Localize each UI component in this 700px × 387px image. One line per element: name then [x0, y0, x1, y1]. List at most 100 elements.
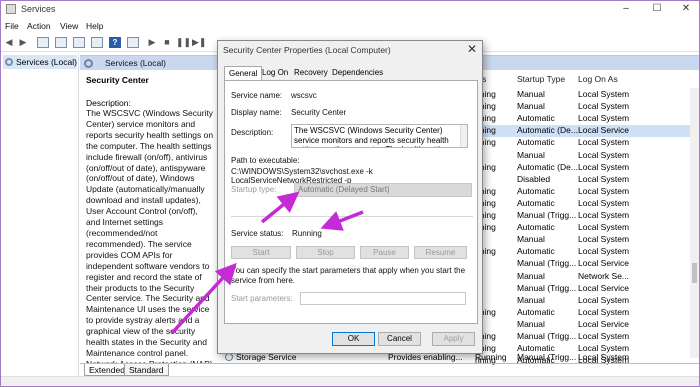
startup-type-select[interactable]: Automatic (Delayed Start)	[294, 183, 472, 197]
service-log-on-as: Local Service	[578, 125, 630, 136]
maximize-button[interactable]: ☐	[642, 1, 672, 17]
table-row[interactable]: nning Automatic (De... Local System	[470, 162, 692, 174]
tab-recovery[interactable]: Recovery	[290, 66, 332, 80]
service-log-on-as: Local System	[578, 113, 630, 124]
minimize-button[interactable]: –	[611, 1, 641, 17]
service-log-on-as: Local System	[578, 294, 630, 305]
dialog-close-button[interactable]: ✕	[467, 42, 477, 56]
service-status-label: Service status:	[231, 229, 284, 238]
table-row[interactable]: Manual Local System	[470, 295, 692, 307]
service-name-value: wscsvc	[291, 91, 317, 100]
service-startup-type: Manual (Trigg...	[517, 210, 577, 220]
column-header-startup-type[interactable]: Startup Type	[517, 74, 565, 84]
service-startup-type: Automatic	[517, 137, 555, 148]
help-icon[interactable]: ?	[109, 37, 121, 48]
stop-service-icon[interactable]: ■	[161, 37, 173, 48]
close-button[interactable]: ✕	[671, 1, 700, 17]
cancel-button[interactable]: Cancel	[378, 332, 421, 346]
table-row[interactable]: nning Automatic Local System	[470, 186, 692, 198]
dialog-tabs: General Log On Recovery Dependencies	[224, 66, 478, 81]
scrollbar-thumb[interactable]	[692, 263, 697, 283]
description-label: Description:	[231, 128, 274, 137]
forward-arrow-icon[interactable]: ▶	[17, 37, 29, 48]
column-header-log-on-as[interactable]: Log On As	[578, 74, 618, 84]
restart-service-icon[interactable]: ▶❚	[192, 37, 206, 48]
service-startup-type: Manual (Trigg...	[517, 352, 577, 362]
gear-icon	[84, 59, 93, 68]
table-row[interactable]: nning Manual Local System	[470, 101, 692, 113]
resume-button[interactable]: Resume	[414, 246, 467, 259]
description-textbox[interactable]: The WSCSVC (Windows Security Center) ser…	[291, 124, 468, 148]
description-text: The WSCSVC (Windows Security Center) ser…	[86, 108, 214, 363]
service-startup-type: Manual (Trigg...	[517, 331, 577, 341]
start-button[interactable]: Start	[231, 246, 291, 259]
table-row[interactable]: Manual Local System	[470, 234, 692, 246]
service-name-label: Service name:	[231, 91, 283, 100]
service-startup-type: Manual (Trigg...	[517, 258, 577, 269]
table-row[interactable]: nning Manual (Trigg... Local System	[470, 331, 692, 343]
table-row[interactable]: Manual (Trigg... Local Service	[470, 258, 692, 270]
stop-button[interactable]: Stop	[296, 246, 355, 259]
show-action-pane-icon[interactable]	[127, 37, 139, 48]
service-startup-type: Manual (Trigg...	[517, 282, 577, 293]
service-startup-type: Automatic	[517, 113, 555, 124]
pause-button[interactable]: Pause	[360, 246, 409, 259]
tab-dependencies[interactable]: Dependencies	[328, 66, 387, 80]
path-label: Path to executable:	[231, 156, 300, 165]
service-log-on-as: Local Service	[578, 282, 630, 293]
startup-type-label: Startup type:	[231, 185, 277, 194]
description-panel: Security Center Description: The WSCSVC …	[80, 71, 215, 363]
menu-help[interactable]: Help	[86, 21, 103, 31]
apply-button[interactable]: Apply	[432, 332, 475, 346]
service-log-on-as: Local System	[578, 234, 630, 245]
service-log-on-as: Local System	[578, 352, 630, 362]
table-row[interactable]: nning Automatic Local System	[470, 198, 692, 210]
pause-service-icon[interactable]: ❚❚	[176, 37, 191, 48]
gear-icon	[5, 58, 13, 66]
service-startup-type: Manual	[517, 318, 545, 329]
services-app-icon	[6, 4, 16, 14]
table-row[interactable]: nning Automatic (De... Local Service	[470, 125, 692, 138]
service-log-on-as: Local System	[578, 246, 630, 257]
service-startup-type: Automatic	[517, 306, 555, 317]
table-row[interactable]: nning Manual (Trigg... Local System	[470, 210, 692, 222]
ok-button[interactable]: OK	[332, 332, 375, 346]
description-label: Description:	[86, 98, 131, 108]
table-row[interactable]: nning Automatic Local System	[470, 246, 692, 258]
service-startup-type: Automatic (De...	[517, 125, 578, 136]
table-row[interactable]: nning Automatic Local System	[470, 222, 692, 234]
refresh-icon[interactable]	[73, 37, 85, 48]
divider	[231, 216, 473, 217]
menu-file[interactable]: File	[5, 21, 19, 31]
table-row[interactable]: nning Manual Local System	[470, 89, 692, 101]
properties-icon[interactable]	[55, 37, 67, 48]
tab-standard[interactable]: Standard	[124, 364, 169, 376]
service-log-on-as: Local Service	[578, 318, 630, 329]
table-row[interactable]: Manual (Trigg... Local Service	[470, 283, 692, 295]
service-log-on-as: Local System	[578, 185, 630, 196]
table-row[interactable]: Manual Network Se...	[470, 271, 692, 283]
start-parameters-label: Start parameters:	[231, 294, 293, 303]
menu-view[interactable]: View	[60, 21, 78, 31]
general-tab-panel: Service name: wscsvc Display name: Secur…	[224, 80, 478, 324]
export-list-icon[interactable]	[91, 37, 103, 48]
service-log-on-as: Local System	[578, 137, 630, 148]
table-row[interactable]: nning Automatic Local System	[470, 113, 692, 125]
vertical-scrollbar[interactable]	[690, 88, 699, 358]
table-row[interactable]: nning Automatic Local System	[470, 137, 692, 149]
description-scrollbar[interactable]	[460, 125, 467, 147]
display-name-label: Display name:	[231, 108, 282, 117]
back-arrow-icon[interactable]: ◀	[3, 37, 15, 48]
tree-item-services-local[interactable]: Services (Local)	[3, 55, 77, 69]
table-row[interactable]: nning Automatic Local System	[470, 307, 692, 319]
pane-header-label: Services (Local)	[105, 58, 166, 68]
start-parameters-input[interactable]	[300, 292, 466, 305]
show-console-tree-icon[interactable]	[37, 37, 49, 48]
menu-action[interactable]: Action	[27, 21, 51, 31]
table-row[interactable]: Disabled Local System	[470, 174, 692, 186]
table-row[interactable]: Manual Local Service	[470, 319, 692, 331]
table-row[interactable]: Manual Local System	[470, 150, 692, 162]
tab-log-on[interactable]: Log On	[258, 66, 292, 80]
start-service-icon[interactable]: ▶	[146, 37, 158, 48]
tab-general[interactable]: General	[224, 66, 263, 81]
